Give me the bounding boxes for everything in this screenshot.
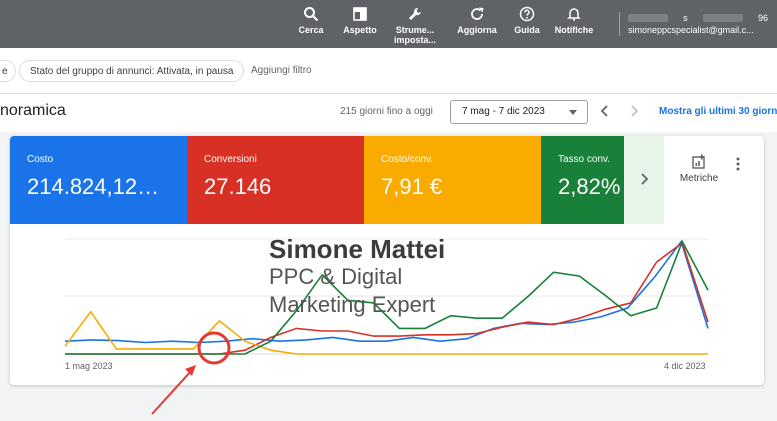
notifications-button[interactable]: Notifiche bbox=[544, 6, 604, 35]
filter-chip-ad-group-status[interactable]: Stato del gruppo di annunci: Attivata, i… bbox=[19, 60, 245, 82]
account-id-redacted bbox=[628, 14, 668, 22]
next-period-button[interactable] bbox=[626, 103, 642, 119]
toolbar-divider bbox=[619, 12, 620, 36]
account-email: simoneppcspecialist@gmail.c... bbox=[628, 25, 754, 35]
date-range-value: 7 mag - 7 dic 2023 bbox=[462, 106, 545, 117]
top-toolbar: Cerca Aspetto Strume... imposta... Aggio… bbox=[0, 0, 777, 48]
refresh-button-label: Aggiorna bbox=[457, 25, 497, 35]
account-id-suffix: 96 bbox=[757, 13, 768, 23]
tools-button-label: Strume... imposta... bbox=[393, 25, 436, 45]
date-range-description: 215 giorni fino a oggi bbox=[340, 106, 433, 117]
search-button-label: Cerca bbox=[298, 25, 324, 35]
previous-period-button[interactable] bbox=[597, 103, 613, 119]
dropdown-caret-icon bbox=[569, 110, 577, 115]
account-id: s 96 bbox=[628, 12, 777, 24]
page-title: noramica bbox=[0, 102, 66, 119]
bell-icon bbox=[544, 6, 604, 22]
appearance-icon bbox=[330, 6, 390, 22]
account-id-redacted-2 bbox=[702, 14, 743, 22]
tools-button[interactable]: Strume... imposta... bbox=[385, 6, 445, 45]
appearance-button-label: Aspetto bbox=[343, 25, 377, 35]
page-header: noramica 215 giorni fino a oggi 7 mag - … bbox=[0, 94, 777, 132]
x-axis-label-end: 4 dic 2023 bbox=[664, 361, 706, 371]
watermark: Simone Mattei PPC & Digital Marketing Ex… bbox=[269, 235, 445, 319]
watermark-line-1: PPC & Digital bbox=[269, 264, 403, 289]
show-last-30-days-link[interactable]: Mostra gli ultimi 30 giorni bbox=[659, 106, 777, 117]
watermark-name: Simone Mattei bbox=[269, 234, 446, 264]
account-letter: s bbox=[683, 13, 688, 23]
account-switcher[interactable]: s 96 simoneppcspecialist@gmail.c... bbox=[628, 12, 777, 36]
x-axis-label-start: 1 mag 2023 bbox=[65, 361, 113, 371]
date-range-picker[interactable]: 7 mag - 7 dic 2023 bbox=[450, 100, 588, 124]
notifications-button-label: Notifiche bbox=[554, 25, 594, 35]
help-button-label: Guida bbox=[514, 25, 540, 35]
filter-bar: e Stato del gruppo di annunci: Attivata,… bbox=[0, 48, 777, 94]
chevron-right-icon bbox=[631, 105, 639, 117]
wrench-icon bbox=[385, 6, 445, 22]
filter-chip-truncated[interactable]: e bbox=[0, 60, 16, 82]
appearance-button[interactable]: Aspetto bbox=[330, 6, 390, 35]
watermark-line-2: Marketing Expert bbox=[269, 292, 436, 317]
add-filter-button[interactable]: Aggiungi filtro bbox=[251, 60, 312, 82]
chevron-left-icon bbox=[600, 105, 608, 117]
